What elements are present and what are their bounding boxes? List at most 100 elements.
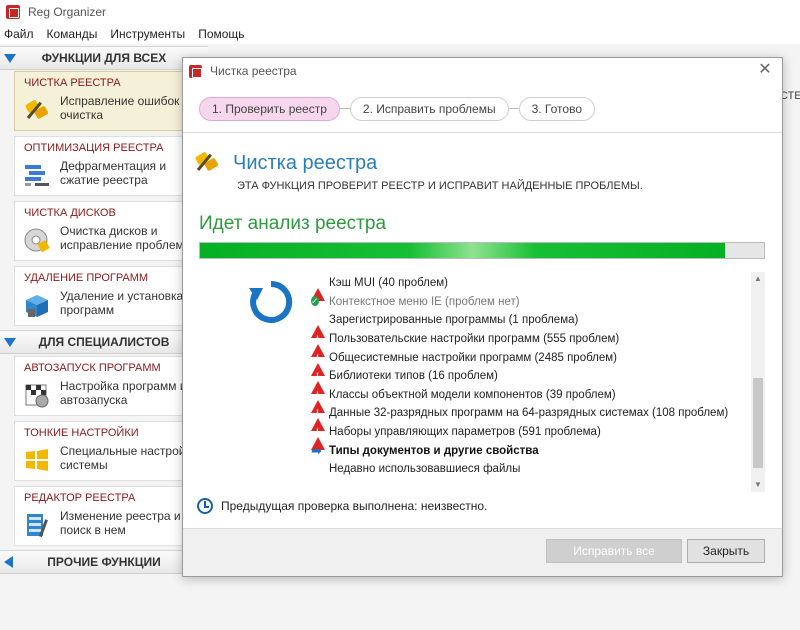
sidebar-item-disk-clean[interactable]: ЧИСТКА ДИСКОВ Очистка дисков и исправлен… xyxy=(14,201,208,261)
arrow-right-icon: ➡ xyxy=(311,443,325,458)
list-item-text: Пользовательские настройки программ (555… xyxy=(329,333,620,346)
section-all-label: ФУНКЦИИ ДЛЯ ВСЕХ xyxy=(41,51,167,65)
refresh-spinner-icon xyxy=(249,280,293,323)
app-titlebar: Reg Organizer xyxy=(0,0,800,24)
dialog-header-title: Чистка реестра xyxy=(233,152,378,174)
wizard-steps: 1. Проверить реестр 2. Исправить проблем… xyxy=(199,96,595,121)
menu-file[interactable]: Файл xyxy=(4,27,34,41)
dialog-titlebar: Чистка реестра ✕ xyxy=(183,58,782,84)
menu-help[interactable]: Помощь xyxy=(198,27,244,41)
tweaks-icon xyxy=(26,449,48,471)
previous-check-info: Предыдущая проверка выполнена: неизвестн… xyxy=(197,498,487,514)
list-item: Наборы управляющих параметров (591 пробл… xyxy=(311,423,741,451)
list-item: ➡ Типы документов и другие свойства xyxy=(311,441,741,460)
autorun-icon xyxy=(25,384,49,408)
background-edge-text: СТЕ xyxy=(780,90,800,102)
warning-icon xyxy=(311,425,325,451)
sidebar-item-autorun[interactable]: АВТОЗАПУСК ПРОГРАММ Настройка программ и… xyxy=(14,356,208,416)
menu-commands[interactable]: Команды xyxy=(47,27,98,41)
divider xyxy=(183,132,782,133)
list-item: Зарегистрированные программы (1 проблема… xyxy=(311,311,741,339)
app-title: Reg Organizer xyxy=(28,5,107,19)
check-circle-icon: ✓ xyxy=(311,295,319,306)
analysis-progress-bar xyxy=(199,242,765,259)
scroll-thumb[interactable] xyxy=(753,378,763,468)
list-item: ✓ Контекстное меню IE (проблем нет) xyxy=(311,293,741,312)
blank-icon xyxy=(311,462,325,476)
list-item-text: Общесистемные настройки программ (2485 п… xyxy=(329,351,618,364)
close-button[interactable]: Закрыть xyxy=(687,539,765,563)
analysis-title: Идет анализ реестра xyxy=(199,213,387,234)
dialog-footer: Исправить все Закрыть xyxy=(183,528,782,576)
warning-icon xyxy=(311,276,325,302)
list-item: Недавно использовавшиеся файлы xyxy=(311,460,741,479)
list-item-text: Зарегистрированные программы (1 проблема… xyxy=(329,314,579,327)
sidebar-item-registry-editor[interactable]: РЕДАКТОР РЕЕСТРА Изменение реестра и пои… xyxy=(14,486,208,546)
registry-clean-dialog: Чистка реестра ✕ 1. Проверить реестр 2. … xyxy=(182,57,783,577)
warning-icon xyxy=(311,369,325,395)
disk-clean-icon xyxy=(24,228,50,253)
section-pro-header[interactable]: ДЛЯ СПЕЦИАЛИСТОВ xyxy=(0,330,208,354)
section-other-header[interactable]: ПРОЧИЕ ФУНКЦИИ xyxy=(0,550,208,574)
list-item-text: Контекстное меню IE (проблем нет) xyxy=(329,295,520,308)
menu-tools[interactable]: Инструменты xyxy=(110,27,185,41)
clock-icon xyxy=(197,498,213,514)
warning-icon xyxy=(311,406,325,432)
section-other-label: ПРОЧИЕ ФУНКЦИИ xyxy=(47,555,161,569)
list-item-text: Классы объектной модели компонентов (39 … xyxy=(329,388,616,401)
uninstall-icon xyxy=(26,295,48,317)
dialog-header-subtitle: ЭТА ФУНКЦИЯ ПРОВЕРИТ РЕЕСТР И ИСПРАВИТ Н… xyxy=(237,180,643,192)
check-icon: ✓ xyxy=(311,295,325,309)
sidebar-item-registry-clean[interactable]: ЧИСТКА РЕЕСТРА Исправление ошибок очистк… xyxy=(14,71,208,131)
section-all-header[interactable]: ФУНКЦИИ ДЛЯ ВСЕХ xyxy=(0,46,208,70)
warning-icon xyxy=(311,387,325,413)
expand-triangle-icon xyxy=(4,556,13,568)
step-check-registry: 1. Проверить реестр xyxy=(199,96,340,121)
previous-check-text: Предыдущая проверка выполнена: неизвестн… xyxy=(221,499,488,513)
registry-clean-icon xyxy=(25,100,48,119)
list-scrollbar[interactable]: ▲ ▼ xyxy=(751,272,765,492)
list-item-text: Наборы управляющих параметров (591 пробл… xyxy=(329,426,601,439)
sidebar-item-uninstall[interactable]: УДАЛЕНИЕ ПРОГРАММ Удаление и установка п… xyxy=(14,266,208,326)
section-pro-label: ДЛЯ СПЕЦИАЛИСТОВ xyxy=(38,335,170,349)
list-item: Пользовательские настройки программ (555… xyxy=(311,330,741,358)
warning-icon xyxy=(311,332,325,358)
registry-optimize-icon xyxy=(25,165,49,186)
tool-title: ТОНКИЕ НАСТРОЙКИ xyxy=(24,427,139,439)
list-item-text: Недавно использовавшиеся файлы xyxy=(329,463,521,476)
step-fix-problems: 2. Исправить проблемы xyxy=(349,96,509,121)
tool-title: ОПТИМИЗАЦИЯ РЕЕСТРА xyxy=(24,142,164,154)
fix-all-button[interactable]: Исправить все xyxy=(546,539,682,563)
scroll-down-icon[interactable]: ▼ xyxy=(751,478,765,492)
step-connector xyxy=(339,108,350,109)
close-icon[interactable]: ✕ xyxy=(756,61,774,79)
sidebar-item-tweaks[interactable]: ТОНКИЕ НАСТРОЙКИ Специальные настройки с… xyxy=(14,421,208,481)
dialog-logo-icon xyxy=(189,64,202,78)
warning-icon xyxy=(311,313,325,339)
list-item: Данные 32-разрядных программ на 64-разря… xyxy=(311,404,741,432)
check-results-list: Кэш MUI (40 проблем) ✓ Контекстное меню IE… xyxy=(199,272,765,492)
list-item-text: Типы документов и другие свойства xyxy=(329,444,539,457)
tool-title: ЧИСТКА РЕЕСТРА xyxy=(24,77,121,89)
tool-title: ЧИСТКА ДИСКОВ xyxy=(24,207,116,219)
registry-clean-icon xyxy=(195,152,218,171)
analysis-progress-fill xyxy=(200,243,725,258)
list-item: Общесистемные настройки программ (2485 п… xyxy=(311,348,741,376)
sidebar: ФУНКЦИИ ДЛЯ ВСЕХ ЧИСТКА РЕЕСТРА Исправле… xyxy=(0,44,208,630)
scroll-up-icon[interactable]: ▲ xyxy=(751,272,765,286)
dialog-title: Чистка реестра xyxy=(210,64,297,78)
step-done: 3. Готово xyxy=(518,96,595,121)
collapse-triangle-icon xyxy=(4,338,16,347)
list-item-text: Кэш MUI (40 проблем) xyxy=(329,277,449,290)
results-rows: Кэш MUI (40 проблем) ✓ Контекстное меню IE… xyxy=(311,274,741,479)
tool-title: РЕДАКТОР РЕЕСТРА xyxy=(24,492,136,504)
registry-editor-icon xyxy=(27,514,48,538)
app-logo-icon xyxy=(6,5,20,19)
list-item: Кэш MUI (40 проблем) xyxy=(311,274,741,302)
list-item-text: Библиотеки типов (16 проблем) xyxy=(329,370,498,383)
list-item: Классы объектной модели компонентов (39 … xyxy=(311,386,741,413)
menu-bar: Файл Команды Инструменты Помощь xyxy=(0,24,800,44)
sidebar-item-registry-optimize[interactable]: ОПТИМИЗАЦИЯ РЕЕСТРА Дефрагментация и сжа… xyxy=(14,136,208,196)
list-item-text: Данные 32-разрядных программ на 64-разря… xyxy=(329,407,729,420)
tool-title: УДАЛЕНИЕ ПРОГРАММ xyxy=(24,272,149,284)
